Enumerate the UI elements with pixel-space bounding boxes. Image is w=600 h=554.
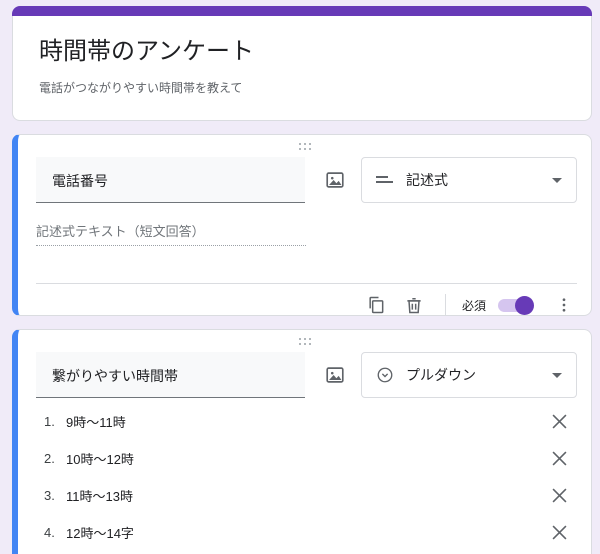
drag-dots-icon — [298, 143, 311, 150]
drag-dots-icon — [298, 338, 311, 345]
question-title-input[interactable]: 電話番号 — [36, 157, 305, 203]
option-row-2: 2. 10時～12時 — [18, 440, 591, 477]
question-toolbar: 必須 — [18, 284, 591, 326]
question-title-input[interactable]: 繋がりやすい時間帯 — [36, 352, 305, 398]
question-1-header-row: 電話番号 記述式 — [18, 149, 591, 203]
caret-down-icon — [552, 177, 562, 183]
answer-placeholder: 記述式テキスト（短文回答） — [36, 221, 306, 246]
question-type-label: 記述式 — [406, 172, 448, 188]
remove-option-button[interactable] — [543, 443, 575, 475]
trash-icon — [404, 295, 424, 315]
toggle-thumb — [515, 295, 534, 315]
required-toggle[interactable] — [498, 295, 534, 315]
form-editor-page: 時間帯のアンケート 電話がつながりやすい時間帯を教えて 電話番号 記述式 記述式… — [0, 6, 600, 554]
close-icon — [552, 414, 567, 429]
option-number: 4. — [44, 525, 55, 540]
image-icon — [324, 364, 346, 386]
option-text[interactable]: 10時～12時 — [66, 449, 134, 468]
option-row-4: 4. 12時～14字 — [18, 514, 591, 551]
options-list: 1. 9時～11時 2. 10時～12時 3. 11時～13時 4. 12時～1… — [18, 403, 591, 554]
duplicate-icon — [366, 295, 386, 315]
delete-button[interactable] — [395, 286, 433, 324]
remove-option-button[interactable] — [543, 480, 575, 512]
option-text[interactable]: 12時～14字 — [66, 523, 134, 542]
add-image-button[interactable] — [313, 353, 357, 397]
question-card-2: 繋がりやすい時間帯 プルダウン 1. 9時～11時 2. 10時～12時 3. … — [12, 329, 592, 554]
form-title[interactable]: 時間帯のアンケート — [39, 36, 565, 68]
theme-color-bar — [12, 6, 592, 16]
form-header-body: 時間帯のアンケート 電話がつながりやすい時間帯を教えて — [12, 16, 592, 121]
question-2-header-row: 繋がりやすい時間帯 プルダウン — [18, 344, 591, 398]
option-number: 3. — [44, 488, 55, 503]
required-label: 必須 — [461, 298, 486, 313]
more-options-button[interactable] — [545, 286, 583, 324]
dropdown-circle-chevron-icon — [376, 366, 394, 384]
question-card-1: 電話番号 記述式 記述式テキスト（短文回答） 必須 — [12, 134, 592, 316]
form-description[interactable]: 電話がつながりやすい時間帯を教えて — [39, 80, 565, 96]
question-type-dropdown[interactable]: 記述式 — [361, 157, 577, 203]
option-number: 2. — [44, 451, 55, 466]
close-icon — [552, 525, 567, 540]
form-header-card: 時間帯のアンケート 電話がつながりやすい時間帯を教えて — [12, 6, 592, 121]
toolbar-separator — [444, 294, 446, 316]
kebab-menu-icon — [555, 296, 573, 314]
option-number: 1. — [44, 414, 55, 429]
image-icon — [324, 169, 346, 191]
duplicate-button[interactable] — [357, 286, 395, 324]
drag-handle[interactable] — [18, 330, 591, 345]
drag-handle[interactable] — [18, 135, 591, 150]
short-answer-icon — [376, 173, 394, 187]
remove-option-button[interactable] — [543, 406, 575, 438]
option-text[interactable]: 11時～13時 — [66, 486, 133, 505]
option-text[interactable]: 9時～11時 — [66, 412, 126, 431]
add-image-button[interactable] — [313, 158, 357, 202]
close-icon — [552, 488, 567, 503]
question-type-dropdown[interactable]: プルダウン — [361, 352, 577, 398]
caret-down-icon — [552, 372, 562, 378]
remove-option-button[interactable] — [543, 517, 575, 549]
option-row-1: 1. 9時～11時 — [18, 403, 591, 440]
option-row-3: 3. 11時～13時 — [18, 477, 591, 514]
question-type-label: プルダウン — [406, 367, 476, 383]
close-icon — [552, 451, 567, 466]
